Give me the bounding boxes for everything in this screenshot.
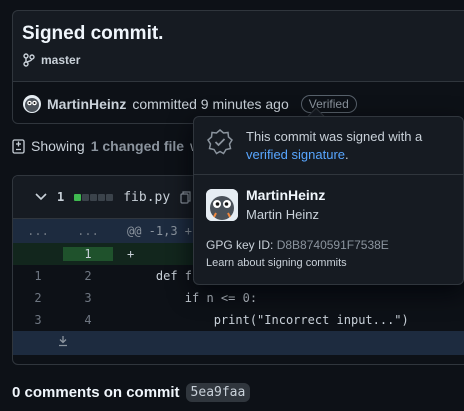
commit-sha[interactable]: 5ea9faa [185, 383, 251, 402]
message-prefix: This commit was signed with a [246, 129, 423, 144]
message-suffix: . [345, 146, 349, 162]
popover-message: This commit was signed with a verified s… [194, 117, 463, 175]
signature-message: This commit was signed with a verified s… [246, 128, 456, 163]
new-line-number[interactable]: 2 [63, 269, 113, 283]
branch-name: master [41, 53, 81, 67]
verified-badge[interactable]: Verified [300, 94, 357, 113]
copy-icon[interactable] [180, 190, 191, 204]
branch-indicator[interactable]: master [23, 53, 80, 67]
code-line: + [127, 247, 135, 261]
comments-label: 0 comments on commit [12, 384, 180, 401]
verified-shield-icon [207, 129, 233, 155]
commit-header: Signed commit. master MartinHeinz commit… [12, 10, 464, 124]
old-line-number[interactable]: 1 [13, 269, 63, 283]
new-line-number[interactable]: 3 [63, 291, 113, 305]
branch-icon [23, 53, 35, 67]
verified-popover: This commit was signed with a verified s… [193, 116, 464, 285]
new-line-number[interactable]: 4 [63, 313, 113, 327]
comments-heading: 0 comments on commit 5ea9faa [12, 383, 251, 402]
expand-down-button[interactable] [13, 334, 113, 352]
signer-info: MartinHeinz Martin Heinz [194, 175, 463, 222]
signer-avatar[interactable] [206, 188, 238, 221]
code-line: if n <= 0: [127, 291, 258, 305]
changed-count: 1 changed file [90, 138, 185, 154]
old-line-number[interactable]: 2 [13, 291, 63, 305]
expand-down-icon [59, 336, 67, 347]
diff-line-count: 1 [57, 190, 65, 204]
committed-time: committed 9 minutes ago [132, 95, 289, 112]
signer-name: Martin Heinz [246, 207, 319, 222]
diff-filename[interactable]: fib.py [123, 190, 170, 205]
diff-line: 3 4 print("Incorrect input...") [13, 309, 464, 331]
diff-stat-bar [74, 193, 114, 201]
code-line: print("Incorrect input...") [127, 313, 409, 327]
diff-line: 2 3 if n <= 0: [13, 287, 464, 309]
new-line-number[interactable]: 1 [63, 247, 113, 261]
diff-summary: Showing 1 changed file w [12, 138, 200, 154]
gpg-key-line: GPG key ID: D8B8740591F7538E [206, 238, 389, 252]
hunk-expand-left[interactable]: ... [13, 224, 63, 238]
file-diff-icon [12, 138, 25, 154]
verified-signature-link[interactable]: verified signature [246, 147, 345, 162]
author-avatar[interactable] [23, 94, 41, 113]
signer-login[interactable]: MartinHeinz [246, 187, 325, 203]
author-link[interactable]: MartinHeinz [47, 96, 126, 112]
summary-prefix: Showing [31, 138, 85, 154]
commit-title: Signed commit. [22, 23, 164, 44]
chevron-down-icon[interactable] [35, 192, 47, 202]
hunk-expand-right[interactable]: ... [63, 224, 113, 238]
old-line-number[interactable]: 3 [13, 313, 63, 327]
gpg-key-id: D8B8740591F7538E [276, 238, 389, 252]
expand-row [13, 331, 464, 355]
learn-signing-link[interactable]: Learn about signing commits [206, 257, 347, 269]
gpg-key-label: GPG key ID: [206, 238, 274, 252]
